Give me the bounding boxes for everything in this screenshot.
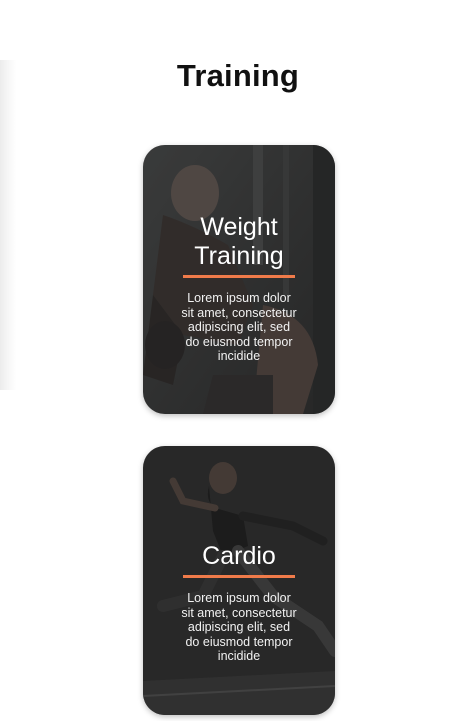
- card-content: Weight Training Lorem ipsum dolor sit am…: [143, 213, 335, 364]
- accent-divider: [183, 275, 295, 278]
- card-description: Lorem ipsum dolor sit amet, consectetur …: [181, 291, 297, 364]
- card-description: Lorem ipsum dolor sit amet, consectetur …: [181, 591, 297, 664]
- card-content: Cardio Lorem ipsum dolor sit amet, conse…: [143, 542, 335, 664]
- card-title: Cardio: [202, 542, 276, 570]
- card-cardio[interactable]: Cardio Lorem ipsum dolor sit amet, conse…: [143, 446, 335, 715]
- page-title: Training: [176, 58, 300, 93]
- training-page: Training Weight Training Lorem ipsum dol…: [0, 0, 476, 721]
- card-title: Weight Training: [194, 213, 284, 270]
- card-weight-training[interactable]: Weight Training Lorem ipsum dolor sit am…: [143, 145, 335, 414]
- accent-divider: [183, 575, 295, 578]
- side-edge-shadow: [0, 60, 16, 390]
